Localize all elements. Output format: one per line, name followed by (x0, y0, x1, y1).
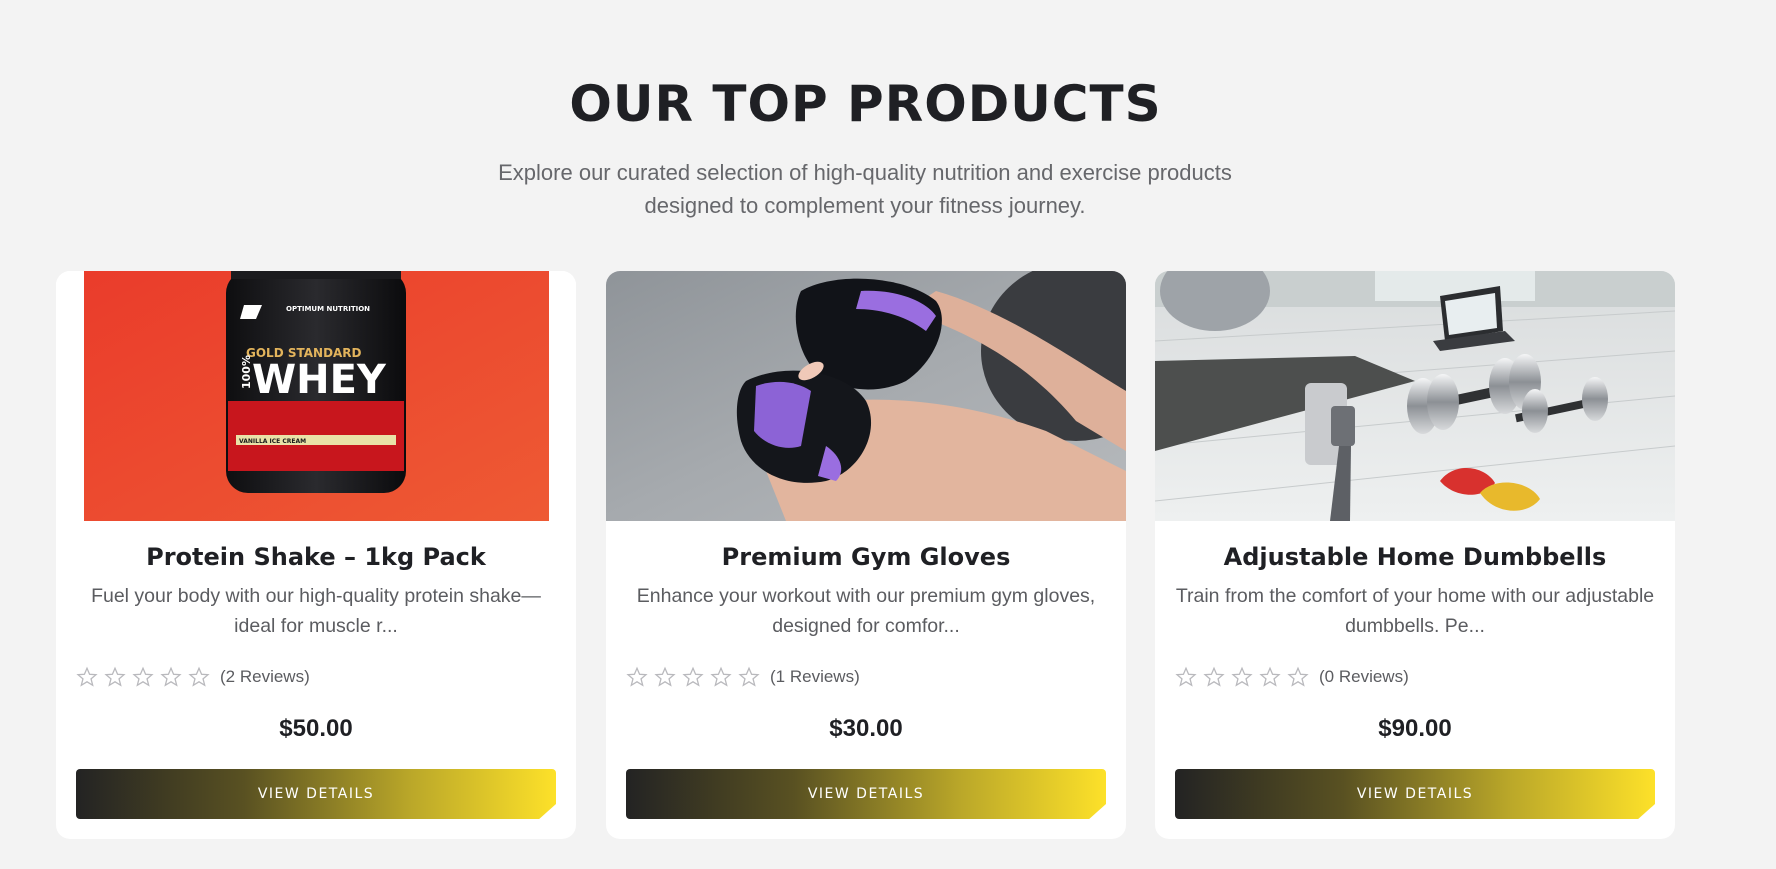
product-price: $90.00 (1378, 715, 1452, 742)
product-rating: (1 Reviews) (626, 662, 860, 692)
product-rating: (0 Reviews) (1175, 662, 1409, 692)
section-title: OUR TOP PRODUCTS (569, 75, 1162, 133)
review-count[interactable]: (1 Reviews) (770, 667, 860, 687)
product-description: Enhance your workout with our premium gy… (636, 585, 1096, 637)
star-outline-icon (76, 666, 98, 687)
review-count[interactable]: (0 Reviews) (1319, 667, 1409, 687)
tub-line3-text: WHEY (252, 357, 387, 403)
star-outline-icon (626, 666, 648, 687)
product-name[interactable]: Premium Gym Gloves (606, 539, 1126, 575)
product-description: Train from the comfort of your home with… (1175, 585, 1655, 637)
star-outline-icon (188, 666, 210, 687)
product-name[interactable]: Protein Shake – 1kg Pack (56, 539, 576, 575)
product-card-home-dumbbells[interactable]: Adjustable Home Dumbbells Train from the… (1155, 271, 1675, 839)
product-price: $30.00 (829, 715, 903, 742)
product-price: $50.00 (279, 715, 353, 742)
product-description: Fuel your body with our high-quality pro… (91, 585, 541, 637)
star-outline-icon (132, 666, 154, 687)
view-details-button[interactable]: VIEW DETAILS (1175, 769, 1655, 819)
product-card-protein-shake[interactable]: OPTIMUM NUTRITION GOLD STANDARD 100% WHE… (56, 271, 576, 839)
view-details-button[interactable]: VIEW DETAILS (626, 769, 1106, 819)
tub-flavor-text: VANILLA ICE CREAM (239, 438, 306, 445)
product-name[interactable]: Adjustable Home Dumbbells (1155, 539, 1675, 575)
star-outline-icon (1259, 666, 1281, 687)
product-card-gym-gloves[interactable]: Premium Gym Gloves Enhance your workout … (606, 271, 1126, 839)
star-outline-icon (1231, 666, 1253, 687)
protein-tub-image[interactable]: OPTIMUM NUTRITION GOLD STANDARD 100% WHE… (56, 271, 576, 521)
gym-gloves-image[interactable] (606, 271, 1126, 521)
product-rating: (2 Reviews) (76, 662, 310, 692)
star-outline-icon (1287, 666, 1309, 687)
view-details-button[interactable]: VIEW DETAILS (76, 769, 556, 819)
star-outline-icon (1175, 666, 1197, 687)
star-outline-icon (160, 666, 182, 687)
home-dumbbells-image[interactable] (1155, 271, 1675, 521)
star-outline-icon (104, 666, 126, 687)
star-outline-icon (682, 666, 704, 687)
star-outline-icon (654, 666, 676, 687)
star-outline-icon (1203, 666, 1225, 687)
star-outline-icon (710, 666, 732, 687)
section-subtitle: Explore our curated selection of high-qu… (498, 160, 1232, 218)
tub-brand-text: OPTIMUM NUTRITION (286, 305, 370, 313)
review-count[interactable]: (2 Reviews) (220, 667, 310, 687)
star-outline-icon (738, 666, 760, 687)
